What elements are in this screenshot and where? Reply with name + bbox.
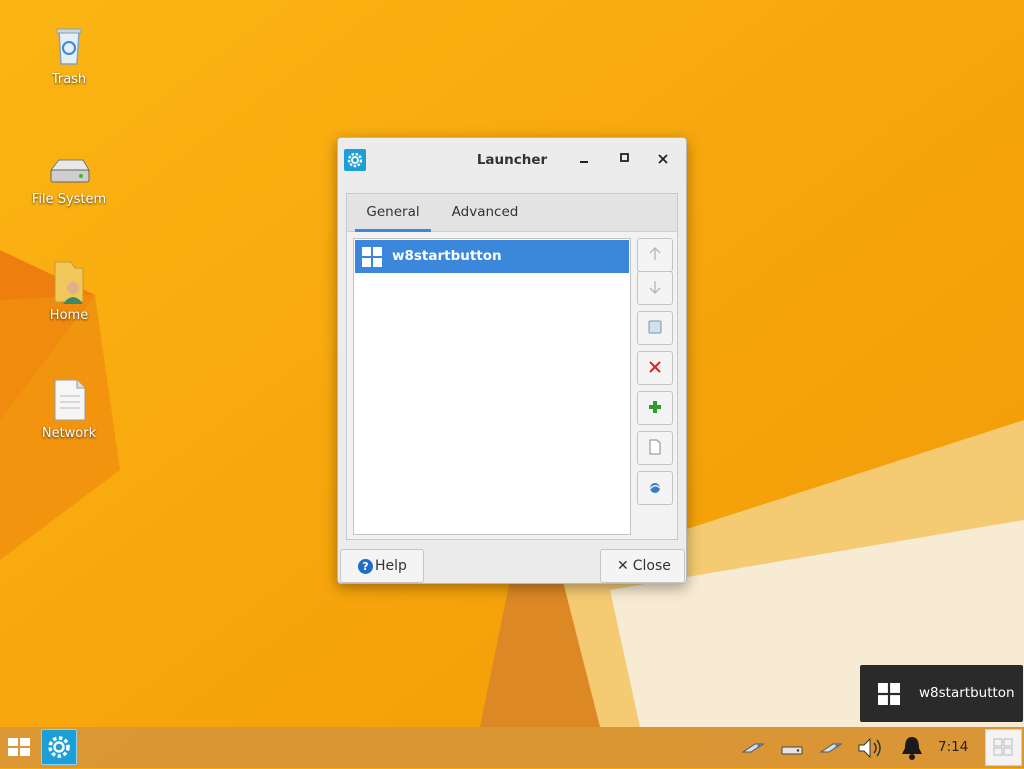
desktop-icon-file-system[interactable]: File System xyxy=(14,152,124,207)
minimize-button[interactable] xyxy=(574,150,596,170)
launcher-item-list[interactable]: w8startbutton xyxy=(353,238,631,535)
close-icon xyxy=(658,154,668,164)
gear-icon xyxy=(48,736,70,758)
show-desktop-button[interactable] xyxy=(985,729,1022,766)
delete-item-button[interactable] xyxy=(637,351,673,385)
edit-item-icon xyxy=(648,320,662,334)
drive-icon xyxy=(781,746,803,755)
start-button[interactable] xyxy=(5,733,33,761)
close-button[interactable]: ✕ Close xyxy=(600,549,685,583)
launcher-item-button[interactable] xyxy=(637,471,673,505)
help-button[interactable]: ? Help xyxy=(340,549,424,583)
launcher-dialog: Launcher General Advanced w8startbutton … xyxy=(337,137,687,584)
new-item-icon xyxy=(649,439,661,455)
edit-item-button[interactable] xyxy=(637,311,673,345)
tab-advanced[interactable]: Advanced xyxy=(441,194,529,231)
home-folder-icon xyxy=(54,261,84,304)
windows-logo-icon xyxy=(8,738,30,756)
new-item-button[interactable] xyxy=(637,431,673,465)
tray-network-icon[interactable] xyxy=(740,735,766,761)
tooltip: w8startbutton xyxy=(860,665,1023,722)
list-item[interactable]: w8startbutton xyxy=(355,240,629,273)
desktop-icon-home[interactable]: Home xyxy=(14,258,124,323)
network-icon xyxy=(819,743,843,753)
notifications-button[interactable] xyxy=(899,735,925,761)
tooltip-text: w8startbutton xyxy=(919,685,1015,701)
tray-drive-icon[interactable] xyxy=(779,735,805,761)
delete-icon xyxy=(649,361,661,373)
volume-icon xyxy=(858,737,881,759)
help-icon: ? xyxy=(358,558,373,574)
drive-icon xyxy=(49,159,90,183)
tab-bar: General Advanced xyxy=(347,194,677,232)
network-icon xyxy=(54,379,86,421)
volume-button[interactable] xyxy=(857,735,883,761)
help-label: Help xyxy=(375,558,407,574)
trash-icon xyxy=(56,28,82,65)
desktop-icon-trash[interactable]: Trash xyxy=(14,22,124,87)
settings-taskbar-button[interactable] xyxy=(41,729,77,765)
tabs-panel: General Advanced w8startbutton xyxy=(346,193,678,540)
close-window-button[interactable] xyxy=(652,150,674,170)
maximize-button[interactable] xyxy=(614,150,636,170)
titlebar[interactable]: Launcher xyxy=(338,138,686,182)
maximize-icon xyxy=(620,153,629,162)
arrow-down-icon xyxy=(649,281,661,294)
launcher-item-icon xyxy=(649,483,661,493)
add-item-button[interactable] xyxy=(637,391,673,425)
windows-logo-icon xyxy=(878,683,900,705)
tray-network-icon-2[interactable] xyxy=(818,735,844,761)
move-down-button[interactable] xyxy=(637,271,673,305)
tab-general[interactable]: General xyxy=(355,194,431,232)
windows-logo-icon xyxy=(362,247,382,267)
desktop-icon-network[interactable]: Network xyxy=(14,376,124,441)
list-item-label: w8startbutton xyxy=(392,248,502,264)
show-desktop-icon xyxy=(993,738,1013,756)
notification-bell-icon xyxy=(902,737,922,760)
close-icon: ✕ xyxy=(617,558,629,574)
add-icon xyxy=(649,401,661,413)
taskbar: 7:14 xyxy=(0,727,1024,768)
move-up-button[interactable] xyxy=(637,238,673,272)
close-label: Close xyxy=(632,558,671,574)
desktop-icon-label: Trash xyxy=(51,72,87,87)
desktop-icon-label: Network xyxy=(41,426,97,441)
network-icon xyxy=(741,743,765,753)
minimize-icon xyxy=(580,161,588,163)
clock[interactable]: 7:14 xyxy=(938,739,968,755)
desktop-icon-label: File System xyxy=(31,192,107,207)
desktop-icon-label: Home xyxy=(49,308,89,323)
arrow-up-icon xyxy=(649,247,661,260)
